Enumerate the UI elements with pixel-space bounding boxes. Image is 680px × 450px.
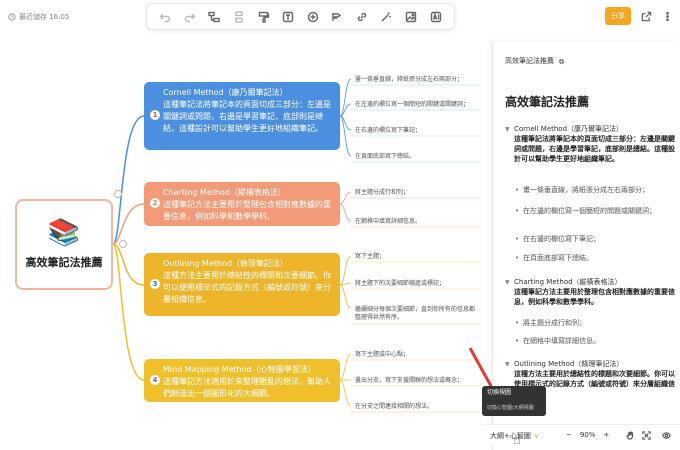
- collapse-toggle[interactable]: [114, 190, 122, 198]
- leaf-node[interactable]: 在右邊的欄位寫下筆記；: [355, 127, 421, 135]
- relation-icon[interactable]: [329, 9, 345, 25]
- fit-screen-icon[interactable]: [642, 431, 652, 441]
- leaf-node[interactable]: 寫下主題或中心點；: [355, 351, 409, 359]
- outline-title[interactable]: 高效筆記法推薦: [505, 93, 589, 110]
- collapse-triangle-icon[interactable]: ▼: [505, 360, 510, 370]
- outline-panel-header: 高效筆記法推薦: [505, 56, 565, 66]
- outline-subitem[interactable]: • 畫一條垂直線，將紙張分成左右兩部分；: [515, 185, 671, 195]
- books-icon: 📚: [47, 217, 81, 248]
- branch-description: 這種筆記方法適用於來整理難亂的想法，幫助人們創造出一個圖形化的大綱觀。: [163, 377, 331, 398]
- collapse-triangle-icon[interactable]: ▼: [505, 278, 510, 288]
- preview-icon[interactable]: [662, 431, 672, 441]
- leaf-node[interactable]: 寫下主題；: [355, 253, 385, 261]
- branch-number-badge: 1: [150, 110, 160, 120]
- root-title: 高效筆記法推薦: [25, 255, 103, 269]
- branch-title: Outlining Method（條理筆記法）: [163, 259, 288, 268]
- branch-number-badge: 3: [150, 279, 160, 289]
- view-switch-tooltip: 切換視圖 切換心智圖/大綱視圖: [482, 386, 546, 416]
- root-node[interactable]: 📚 高效筆記法推薦: [15, 199, 113, 290]
- outline-subitem[interactable]: • 在網格中填寫詳細信息。: [515, 336, 671, 346]
- clock-icon: [8, 13, 16, 21]
- branch-description: 這種方法主要用於總結性的標題和次要細節。你可以使用標示式的記錄方式（編號或符號）…: [163, 271, 331, 304]
- hand-cursor-icon: ☝: [513, 433, 521, 448]
- outline-subitem[interactable]: • 在頁面底部寫下總結。: [515, 253, 671, 263]
- insert-icon[interactable]: [305, 9, 321, 25]
- bullet-icon: •: [515, 186, 520, 194]
- leaf-node[interactable]: 繼續細分每個次要細節，直到你所有的信息都整理得井然有序。: [355, 306, 475, 322]
- sibling-node-icon[interactable]: [231, 9, 247, 25]
- save-status-text: 最近儲存 16:05: [19, 13, 70, 21]
- share-button[interactable]: 分享: [605, 7, 631, 25]
- outline-item-desc: 這種筆記方法主要用於整理包含相對應數據的重要信息，例如科學和數學學科。: [514, 288, 675, 306]
- branch-title: Mind Mapping Method（心智圖學習法）: [163, 365, 316, 374]
- outline-item[interactable]: ▼ Charting Method（縱橫表格法） 這種筆記方法主要用於整理包含相…: [505, 277, 677, 307]
- leaf-node[interactable]: 在左邊的欄位寫一個簡短的關鍵或關鍵詞；: [355, 101, 469, 109]
- tooltip-title: 切換視圖: [487, 389, 512, 396]
- link-icon[interactable]: [354, 9, 370, 25]
- outline-item-title: Cornell Method（康乃爾筆記法）: [514, 125, 624, 133]
- branch-node-charting[interactable]: 2 Charting Method（縱橫表格法） 這種筆記方法主要用於整理包含相…: [144, 182, 340, 226]
- outline-panel-header-text: 高效筆記法推薦: [505, 57, 554, 65]
- bullet-icon: •: [515, 337, 520, 345]
- zoom-control: − 90% +: [566, 431, 609, 439]
- leaf-node[interactable]: 將主題分成行和列；: [355, 189, 409, 197]
- bullet-icon: •: [515, 207, 520, 215]
- zoom-in-button[interactable]: +: [603, 431, 609, 439]
- branch-description: 這種筆記法將筆記本的頁面切成三部分：左邊是關鍵詞或問題，右邊是學習筆記，底部則是…: [163, 100, 331, 133]
- outline-item-desc: 這種筆記法將筆記本的頁面切成三部分：左邊是關鍵詞或問題，右邊是學習筆記，底部則是…: [514, 135, 675, 163]
- zoom-out-button[interactable]: −: [566, 431, 572, 439]
- collapse-triangle-icon[interactable]: ▼: [505, 125, 510, 135]
- branch-title: Cornell Method（康乃爾筆記法）: [163, 88, 288, 97]
- collapse-panel-icon[interactable]: [558, 58, 565, 65]
- branch-title: Charting Method（縱橫表格法）: [163, 188, 286, 197]
- bullet-icon: •: [515, 319, 520, 327]
- outline-subitem[interactable]: • 將主題分成行和列；: [515, 318, 671, 328]
- branch-description: 這種筆記方法主要用於整理包含相對應數據的重要信息，例如科學和數學學科。: [163, 200, 331, 221]
- ai-icon[interactable]: [428, 9, 444, 25]
- bottom-bar: 大綱+心智圖 ∨ − 90% +: [482, 424, 680, 446]
- format-painter-icon[interactable]: [256, 9, 272, 25]
- expand-handle[interactable]: [119, 240, 127, 248]
- image-icon[interactable]: [403, 9, 419, 25]
- tooltip-desc: 切換心智圖/大綱視圖: [487, 405, 534, 411]
- outline-item-title: Outlining Method（條理筆記法）: [514, 360, 624, 368]
- branch-node-cornell[interactable]: 1 Cornell Method（康乃爾筆記法） 這種筆記法將筆記本的頁面切成三…: [144, 82, 340, 150]
- undo-icon[interactable]: [157, 9, 173, 25]
- zoom-value: 90%: [579, 431, 596, 439]
- view-mode-label: 大綱+心智圖: [490, 432, 531, 440]
- open-external-icon[interactable]: [639, 9, 653, 23]
- redo-icon[interactable]: [182, 9, 198, 25]
- hand-icon[interactable]: [626, 431, 636, 441]
- branch-node-mindmapping[interactable]: 4 Mind Mapping Method（心智圖學習法） 這種筆記方法適用於來…: [144, 359, 340, 402]
- outline-item-title: Charting Method（縱橫表格法）: [514, 278, 622, 286]
- branch-number-badge: 2: [150, 198, 160, 208]
- chevron-down-icon: ∨: [533, 432, 539, 440]
- bullet-icon: •: [515, 235, 520, 243]
- leaf-node[interactable]: 在分支之間連接相關的想法。: [355, 403, 433, 411]
- outline-subitem[interactable]: • 在右邊的欄位寫下筆記；: [515, 234, 671, 244]
- leaf-node[interactable]: 在網格中填寫詳細信息。: [355, 218, 421, 226]
- leaf-node[interactable]: 在頁面底部寫下總結。: [355, 153, 415, 161]
- outline-subitem[interactable]: • 在左邊的欄位寫一個簡短的問題或關鍵詞；: [515, 206, 671, 216]
- editor-toolbar: [146, 3, 455, 30]
- bullet-icon: •: [515, 254, 520, 262]
- branch-number-badge: 4: [150, 375, 160, 385]
- branch-node-outlining[interactable]: 3 Outlining Method（條理筆記法） 這種方法主要用於總結性的標題…: [144, 253, 340, 316]
- leaf-node[interactable]: 將主題下的次要細節縮進或標記；: [355, 280, 445, 288]
- save-status: 最近儲存 16:05: [8, 12, 69, 22]
- text-style-icon[interactable]: [280, 9, 296, 25]
- magic-icon[interactable]: [378, 9, 394, 25]
- leaf-node[interactable]: 畫出分支，寫下支援關聯的想法或概念；: [355, 377, 463, 385]
- more-icon[interactable]: [660, 9, 674, 23]
- outline-item[interactable]: ▼ Cornell Method（康乃爾筆記法） 這種筆記法將筆記本的頁面切成三…: [505, 124, 677, 164]
- child-node-icon[interactable]: [206, 9, 222, 25]
- leaf-node[interactable]: 畫一條垂直線，將紙張分成左右兩部分；: [355, 76, 463, 84]
